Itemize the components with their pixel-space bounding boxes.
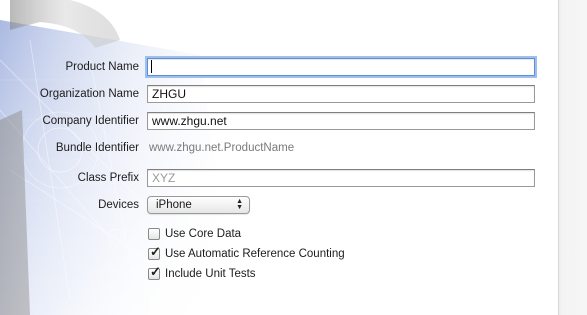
company-identifier-label: Company Identifier [42, 115, 139, 127]
checkmark-icon: ✓ [150, 264, 161, 279]
class-prefix-field[interactable]: XYZ [147, 169, 535, 187]
devices-label: Devices [98, 199, 139, 211]
use-core-data-label: Use Core Data [165, 228, 242, 240]
use-core-data-checkbox[interactable] [148, 228, 160, 240]
organization-name-label: Organization Name [39, 88, 139, 100]
include-unit-tests-option[interactable]: ✓ Include Unit Tests [148, 264, 256, 282]
company-identifier-field[interactable]: www.zhgu.net [147, 112, 535, 130]
use-arc-label: Use Automatic Reference Counting [165, 248, 345, 260]
product-name-label: Product Name [65, 61, 139, 73]
sheet-edge [558, 0, 587, 315]
devices-selected: iPhone [156, 199, 192, 211]
use-arc-option[interactable]: ✓ Use Automatic Reference Counting [148, 244, 345, 262]
product-name-field[interactable] [147, 58, 535, 76]
checkmark-icon: ✓ [150, 244, 161, 259]
class-prefix-label: Class Prefix [77, 172, 139, 184]
devices-popup[interactable]: iPhone ▲ ▼ [147, 196, 250, 214]
up-down-arrows-icon: ▲ ▼ [236, 198, 243, 211]
include-unit-tests-checkbox[interactable]: ✓ [148, 264, 161, 280]
bundle-identifier-label: Bundle Identifier [55, 142, 139, 154]
include-unit-tests-label: Include Unit Tests [165, 268, 256, 280]
xcode-background-icon [0, 0, 240, 315]
organization-name-field[interactable]: ZHGU [147, 85, 535, 103]
use-arc-checkbox[interactable]: ✓ [148, 244, 161, 260]
bundle-identifier-value: www.zhgu.net.ProductName [149, 142, 295, 154]
use-core-data-option[interactable]: Use Core Data [148, 226, 241, 242]
text-caret [151, 60, 152, 73]
